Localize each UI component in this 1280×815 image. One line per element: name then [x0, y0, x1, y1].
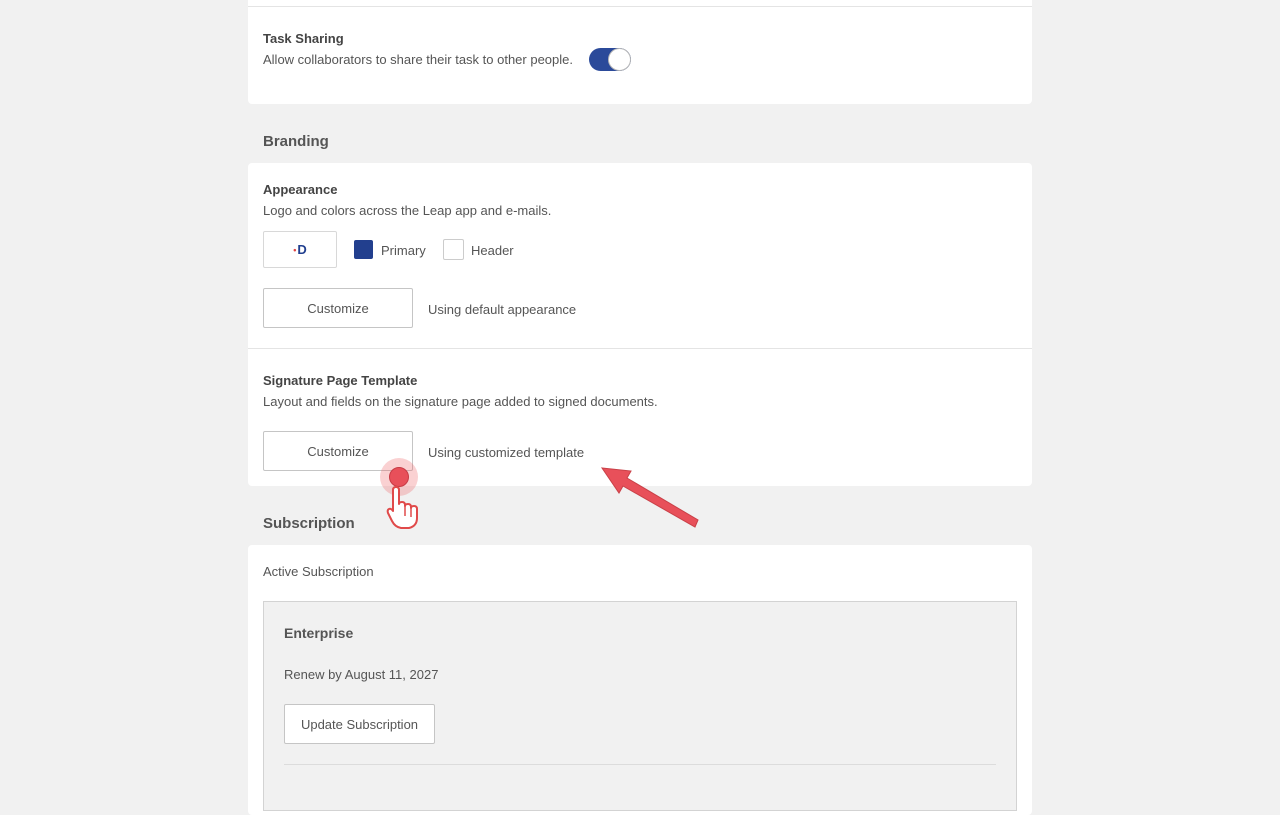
logo-text: D — [297, 242, 307, 257]
logo-preview[interactable]: • D — [263, 231, 337, 268]
signature-template-description: Layout and fields on the signature page … — [263, 394, 658, 409]
branding-heading: Branding — [263, 133, 329, 150]
subscription-divider — [284, 764, 996, 765]
appearance-description: Logo and colors across the Leap app and … — [263, 203, 552, 218]
task-sharing-toggle[interactable] — [589, 48, 631, 71]
primary-color-label: Primary — [381, 243, 426, 258]
task-sharing-description: Allow collaborators to share their task … — [263, 52, 574, 67]
header-color-label: Header — [471, 243, 514, 258]
pointer-hand-icon — [386, 486, 418, 529]
signature-template-title: Signature Page Template — [263, 373, 418, 388]
update-subscription-button[interactable]: Update Subscription — [284, 704, 435, 744]
primary-color-swatch[interactable] — [354, 240, 373, 259]
appearance-status: Using default appearance — [428, 302, 577, 317]
subscription-heading: Subscription — [263, 515, 355, 532]
renewal-date: Renew by August 11, 2027 — [284, 667, 439, 682]
toggle-knob — [608, 48, 631, 71]
appearance-title: Appearance — [263, 182, 338, 197]
click-dot — [389, 467, 409, 487]
header-color-swatch[interactable] — [443, 239, 464, 260]
appearance-customize-button[interactable]: Customize — [263, 288, 413, 328]
logo-mark-icon: • — [293, 244, 297, 255]
card-divider — [248, 6, 1032, 7]
active-subscription-label: Active Subscription — [263, 564, 374, 579]
annotation-arrow-icon — [600, 467, 699, 528]
signature-status: Using customized template — [428, 445, 585, 460]
branding-divider — [248, 348, 1032, 349]
plan-name: Enterprise — [284, 625, 354, 641]
task-sharing-title: Task Sharing — [263, 31, 344, 46]
